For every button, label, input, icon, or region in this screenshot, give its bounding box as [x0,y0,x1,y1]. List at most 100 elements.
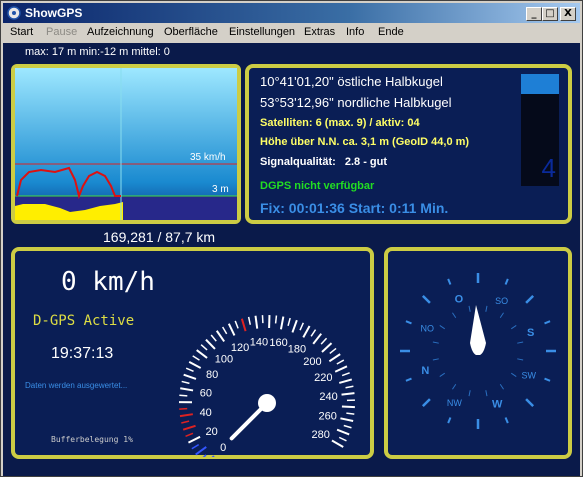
speedometer-label: 80 [206,369,218,381]
title-bar[interactable]: ShowGPS _ □ X [3,3,580,23]
app-icon [7,6,21,20]
menu-pause[interactable]: Pause [46,26,77,38]
compass-tick [421,398,431,408]
speedometer-tick [287,317,291,327]
speedometer-tick [338,436,347,442]
menu-ende[interactable]: Ende [378,26,404,38]
menu-info[interactable]: Info [346,26,364,38]
speedometer-tick [211,455,215,457]
speedometer-tick [345,385,354,389]
signal-quality: Signalqualität: 2.8 - gut [260,156,387,168]
fix-time: Fix: 00:01:36 Start: 0:11 Min. [260,200,449,216]
menu-extras[interactable]: Extras [304,26,335,38]
speedometer-tick [331,439,344,448]
longitude: 10°41'01,20" östliche Halbkugel [260,74,443,89]
speedometer-tick [247,316,252,325]
compass-tick [421,294,431,304]
speed-marker-label: 35 km/h [190,152,226,163]
minimize-button[interactable]: _ [526,7,542,21]
compass-inner-tick [432,341,439,344]
compass-inner-tick [452,312,457,319]
compass-inner-tick [468,305,471,312]
speedometer-label: 120 [231,342,249,354]
maximize-button[interactable]: □ [542,7,558,21]
processing-status: Daten werden ausgewertet... [25,381,128,390]
compass-label: NO [420,323,434,333]
compass-inner-tick [439,372,446,377]
compass-panel: O SO S SW W NW N NO [384,247,572,459]
signal-value: 2.8 - gut [344,156,388,168]
compass-inner-tick [468,390,471,397]
compass-inner-tick [485,390,488,397]
speedometer-tick [179,413,193,418]
speedometer-tick [312,333,323,345]
menu-aufzeichnung[interactable]: Aufzeichnung [87,26,154,38]
speedometer-label: 60 [200,388,212,400]
compass-inner-tick [510,325,517,330]
menu-oberflaeche[interactable]: Oberfläche [164,26,218,38]
menu-bar: Start Pause Aufzeichnung Oberfläche Eins… [3,24,580,42]
speed-altitude-graph: 35 km/h 3 m [15,68,237,220]
compass-tick [544,320,551,325]
speedometer-tick [221,326,228,335]
close-button[interactable]: X [560,7,576,21]
distance-readout: 169,281 / 87,7 km [103,229,216,245]
compass-tick [544,377,551,382]
speedometer-tick [179,394,188,397]
compass-inner-tick [452,383,457,390]
speedometer-tick [329,347,337,355]
speedometer-hub [258,394,276,412]
application-window: ShowGPS _ □ X Start Pause Aufzeichnung O… [0,0,583,477]
dgps-mode: D-GPS Active [33,313,135,329]
compass-inner-tick [510,372,517,377]
position-panel: 10°41'01,20" östliche Halbkugel 53°53'12… [245,64,572,224]
compass-inner-tick [499,383,504,390]
speedometer-tick [320,337,328,345]
speedometer-tick [299,322,305,331]
compass-inner-tick [439,325,446,330]
speedometer-tick [341,392,355,396]
speedometer-tick [227,323,236,336]
satellite-count: 4 [541,153,556,183]
speedometer-label: 220 [314,372,332,384]
alt-marker-label: 3 m [212,184,229,195]
buffer-status: Bufferbelegung 1% [51,435,133,444]
signal-bar-fill [521,74,559,94]
compass-label: S [527,327,534,339]
speedometer-label: 180 [288,344,306,356]
compass-inner-tick [517,358,524,361]
compass-tick [447,417,452,424]
speedometer-label: 200 [303,356,321,368]
speedometer-tick [215,330,225,343]
speedometer-label: 20 [206,426,218,438]
compass-label: N [421,365,429,377]
latitude: 53°53'12,96" nordliche Halbkugel [260,95,452,110]
speedometer-tick [291,319,298,333]
compass-label: SO [495,296,508,306]
satellite-bar: 4 [521,74,559,186]
speedometer-tick [310,329,317,337]
speedometer-tick [179,407,188,410]
compass-tick [405,377,412,382]
compass-label: O [455,293,464,305]
speed-panel: 0 km/h D-GPS Active 19:37:13 Daten werde… [11,247,374,459]
speedometer-tick [183,373,197,380]
compass: O SO S SW W NW N NO [400,273,556,429]
speedometer-tick [181,380,190,385]
menu-einstellungen[interactable]: Einstellungen [229,26,295,38]
speedometer-tick [336,359,345,365]
speedometer-tick [181,420,190,424]
speedometer: 020 40 60 80 100120 140 160180200 220 240 260 280 [178,315,355,457]
menu-start[interactable]: Start [10,26,33,38]
speed-readout: 0 km/h [61,267,155,297]
compass-tick [447,278,452,285]
speedometer-tick [205,338,216,350]
speedometer-tick [240,318,247,332]
speedometer-tick [191,443,200,450]
speedometer-tick [274,315,278,324]
speedometer-tick [185,367,194,373]
speedometer-tick [321,342,333,353]
speedometer-label: 140 [250,337,268,349]
speedometer-tick [195,446,207,456]
speedometer-tick [180,387,194,392]
